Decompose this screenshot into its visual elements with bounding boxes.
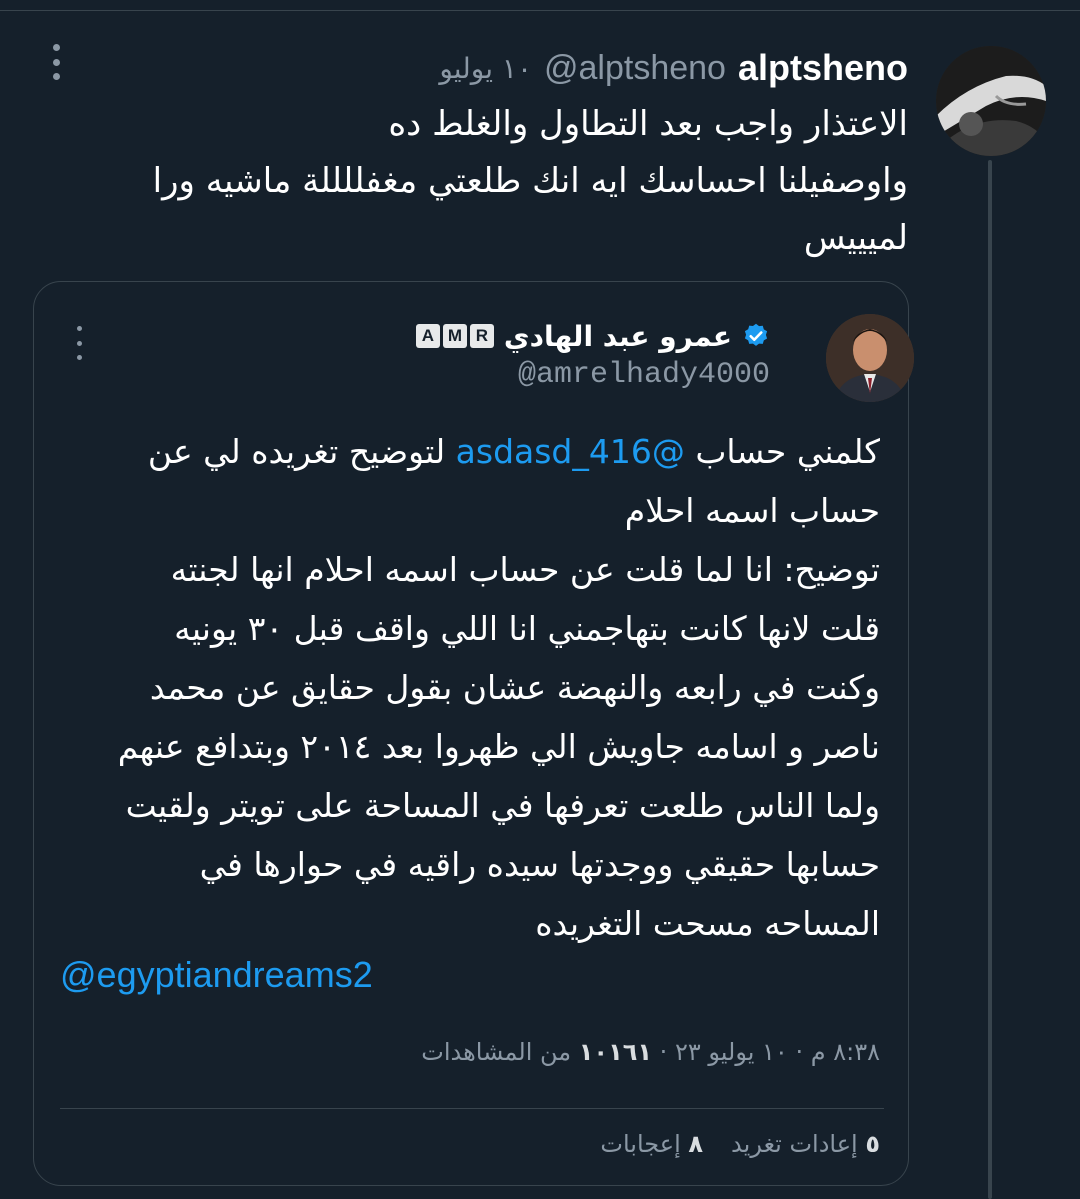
retweets-label: إعادات تغريد (731, 1130, 858, 1158)
separator: · (795, 1038, 804, 1066)
more-vertical-icon (76, 326, 82, 331)
top-divider (0, 10, 1080, 11)
tweet-date[interactable]: ١٠ يوليو ٢٣ (675, 1038, 788, 1066)
thread-line (988, 160, 992, 1199)
views-label: من المشاهدات (421, 1038, 572, 1066)
quoted-text-line: وكنت في رابعه والنهضة عشان بقول حقايق عن… (149, 668, 880, 707)
quoted-more-options-button[interactable] (72, 326, 86, 360)
tweet-time: ٨:٣٨ م (810, 1038, 880, 1066)
tweet-header: alptsheno @alptsheno ١٠ يوليو (439, 46, 908, 90)
quoted-timestamp: ٨:٣٨ م · ١٠ يوليو ٢٣ · ١٠١٦١ من المشاهدا… (421, 1038, 880, 1066)
separator: · (659, 1038, 668, 1066)
mention-link-egyptiandreams[interactable]: @egyptiandreams2 (60, 954, 373, 996)
tweet-text-line: الاعتذار واجب بعد التطاول والغلط ده (388, 104, 908, 144)
divider (60, 1108, 884, 1109)
verified-badge-icon (744, 323, 768, 346)
engagement-stats: ٥ إعادات تغريد ٨ إعجابات (600, 1130, 880, 1158)
likes-label: إعجابات (600, 1130, 681, 1158)
quoted-text-line: توضيح: انا لما قلت عن حساب اسمه احلام ان… (170, 550, 880, 589)
quoted-avatar[interactable] (826, 314, 914, 402)
mention-link[interactable]: @asdasd_416 (456, 432, 685, 471)
retweets-stat[interactable]: ٥ إعادات تغريد (731, 1130, 880, 1158)
badge-letter: A (415, 324, 440, 348)
user-handle[interactable]: @alptsheno (544, 49, 726, 88)
likes-stat[interactable]: ٨ إعجابات (600, 1130, 703, 1158)
quoted-text: كلمني حساب @asdasd_416 لتوضيح تغريده لي … (50, 422, 880, 953)
display-name[interactable]: alptsheno (738, 47, 908, 89)
quoted-text-segment: كلمني حساب (684, 432, 880, 471)
badge-letter: M (442, 324, 467, 348)
quoted-tweet-card[interactable]: عمرو عبد الهادي A M R @amrelhady4000 كلم… (33, 281, 914, 1186)
likes-count: ٨ (688, 1130, 704, 1158)
tweet-date[interactable]: ١٠ يوليو (439, 52, 532, 85)
quoted-header: عمرو عبد الهادي A M R (415, 316, 770, 356)
quoted-text-line: ولما الناس طلعت تعرفها في المساحة على تو… (125, 786, 880, 825)
quoted-text-line: المساحه مسحت التغريده (535, 904, 880, 943)
quoted-text-segment: لتوضيح تغريده لي عن (147, 432, 456, 471)
quoted-text-line: حسابها حقيقي ووجدتها سيده راقيه في حواره… (199, 845, 880, 884)
retweets-count: ٥ (865, 1130, 880, 1158)
views-count: ١٠١٦١ (578, 1038, 653, 1066)
quoted-text-line: حساب اسمه احلام (624, 491, 880, 530)
tweet-text-line: واوصفيلنا احساسك ايه انك طلعتي مغفللللة … (152, 161, 908, 201)
quoted-text-line: كلمني حساب @asdasd_416 لتوضيح تغريده لي … (50, 422, 880, 481)
tweet-text: الاعتذار واجب بعد التطاول والغلط ده واوص… (48, 96, 908, 267)
quoted-handle[interactable]: @amrelhady4000 (518, 358, 770, 392)
quoted-display-name[interactable]: عمرو عبد الهادي (504, 320, 732, 353)
amr-badge: A M R (415, 324, 494, 348)
more-options-button[interactable] (42, 40, 70, 84)
quoted-text-line: ناصر و اسامه جاويش الي ظهروا بعد ٢٠١٤ وب… (117, 727, 880, 766)
more-vertical-icon (52, 44, 60, 51)
tweet-text-line: لميييس (803, 218, 908, 258)
badge-letter: R (469, 324, 494, 348)
quoted-text-line: قلت لانها كانت بتهاجمني انا اللي واقف قب… (174, 609, 880, 648)
avatar[interactable] (936, 46, 1046, 156)
